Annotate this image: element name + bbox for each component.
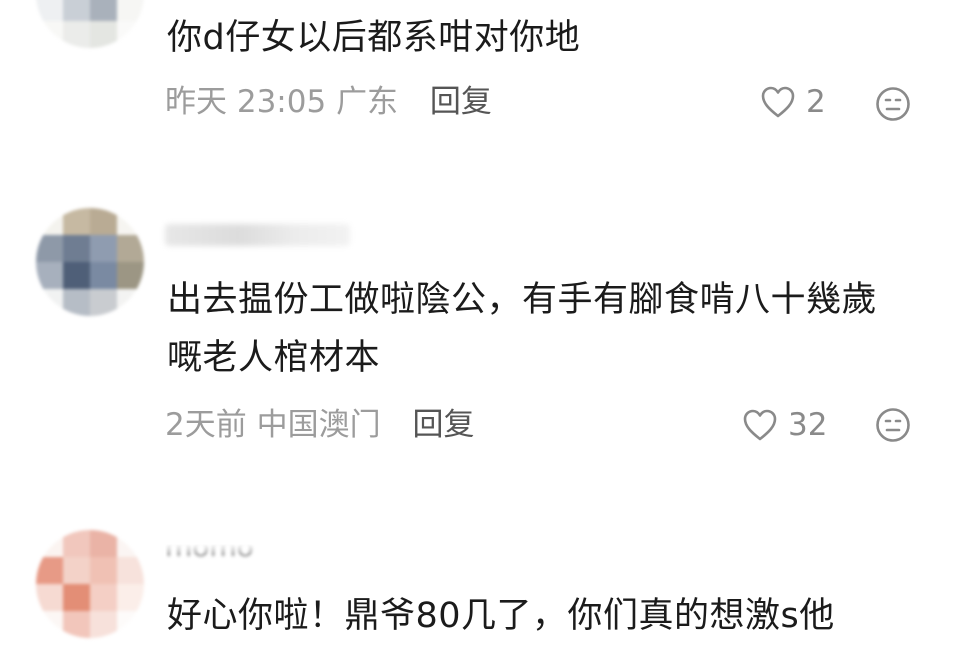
like-button[interactable]: 32 (742, 405, 827, 445)
neutral-face-icon[interactable] (875, 407, 911, 443)
comment-time: 2天前 (165, 407, 247, 443)
avatar[interactable] (36, 208, 144, 316)
username[interactable]: momo (165, 544, 275, 568)
comment-text: 你d仔女以后都系咁对你地 (167, 18, 581, 58)
username[interactable] (165, 224, 350, 246)
reply-button[interactable]: 回复 (430, 84, 492, 120)
comment-time: 昨天 23:05 (165, 84, 327, 120)
reply-button[interactable]: 回复 (412, 407, 474, 443)
avatar[interactable] (36, 0, 144, 48)
like-button[interactable]: 2 (760, 82, 826, 122)
avatar[interactable] (36, 530, 144, 638)
comment-meta: 昨天 23:05 广东 回复 (165, 82, 492, 122)
heart-outline-icon (761, 86, 795, 118)
neutral-face-icon[interactable] (875, 86, 911, 122)
comment-text-line-1: 出去揾份工做啦陰公，有手有腳食啃八十幾歲 (167, 280, 878, 320)
comment-meta: 2天前 中国澳门 回复 (165, 405, 474, 445)
comment-item: 你d仔女以后都系咁对你地 昨天 23:05 广东 回复 2 (0, 0, 960, 160)
like-count: 2 (806, 84, 826, 120)
comment-text: 好心你啦！鼎爷80几了，你们真的想激s他 (167, 596, 835, 636)
comment-list: 你d仔女以后都系咁对你地 昨天 23:05 广东 回复 2 出去揾份工做啦陰公，… (0, 0, 960, 647)
comment-item: 出去揾份工做啦陰公，有手有腳食啃八十幾歲 嘅老人棺材本 2天前 中国澳门 回复 … (0, 190, 960, 480)
like-count: 32 (788, 407, 828, 443)
comment-item: momo 好心你啦！鼎爷80几了，你们真的想激s他 (0, 510, 960, 647)
heart-outline-icon (743, 409, 777, 441)
comment-location: 中国澳门 (256, 407, 381, 443)
comment-text-line-2: 嘅老人棺材本 (167, 338, 381, 378)
comment-location: 广东 (336, 84, 399, 120)
